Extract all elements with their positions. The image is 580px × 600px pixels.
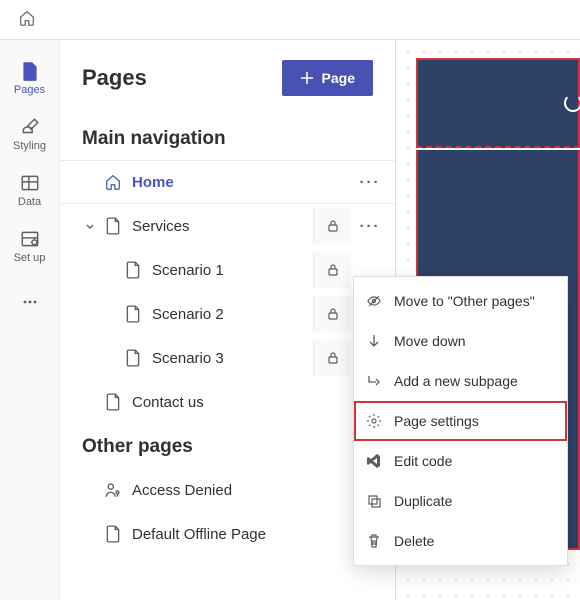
top-bar [0, 0, 580, 40]
tree-scenario1-label: Scenario 1 [152, 262, 313, 279]
tree-scenario-3[interactable]: Scenario 3 [60, 336, 395, 380]
tree-contact-label: Contact us [132, 394, 389, 411]
rail-more[interactable] [0, 274, 60, 330]
tree-access-denied-label: Access Denied [132, 482, 389, 499]
section-other-pages: Other pages [60, 424, 395, 468]
menu-page-settings-label: Page settings [394, 413, 479, 429]
pages-panel: Pages Page Main navigation Home ··· Serv… [60, 40, 396, 600]
canvas-header-block[interactable] [416, 58, 580, 148]
menu-duplicate-label: Duplicate [394, 493, 452, 509]
eye-off-icon [366, 293, 382, 309]
loading-spinner-icon [564, 94, 580, 112]
lock-icon[interactable] [313, 252, 351, 288]
rail-styling-label: Styling [13, 140, 46, 152]
tree-default-offline[interactable]: Default Offline Page [60, 512, 395, 556]
menu-add-subpage[interactable]: Add a new subpage [354, 361, 567, 401]
more-icon[interactable]: ··· [351, 164, 389, 200]
section-main-nav: Main navigation [60, 116, 395, 160]
lock-icon[interactable] [313, 208, 351, 244]
new-page-label: Page [322, 70, 355, 86]
new-page-button[interactable]: Page [282, 60, 373, 96]
rail-pages-label: Pages [14, 84, 45, 96]
left-rail: Pages Styling Data Set up [0, 40, 60, 600]
subpage-icon [366, 373, 382, 389]
gear-icon [366, 413, 382, 429]
tree-home[interactable]: Home ··· [60, 160, 395, 204]
tree-services-label: Services [132, 218, 313, 235]
tree-scenario-1[interactable]: Scenario 1 [60, 248, 395, 292]
tree-scenario2-label: Scenario 2 [152, 306, 313, 323]
lock-icon[interactable] [313, 340, 351, 376]
menu-delete[interactable]: Delete [354, 521, 567, 561]
rail-styling[interactable]: Styling [0, 106, 60, 162]
rail-setup[interactable]: Set up [0, 218, 60, 274]
more-icon[interactable]: ··· [351, 208, 389, 244]
tree-access-denied[interactable]: Access Denied [60, 468, 395, 512]
tree-contact[interactable]: Contact us [60, 380, 395, 424]
context-menu: Move to "Other pages" Move down Add a ne… [353, 276, 568, 566]
person-key-icon [104, 481, 122, 499]
page-icon [104, 217, 122, 235]
page-icon [104, 393, 122, 411]
page-icon [124, 349, 142, 367]
chevron-down-icon[interactable] [82, 220, 98, 232]
rail-data-label: Data [18, 196, 41, 208]
vscode-icon [366, 453, 382, 469]
menu-edit-code-label: Edit code [394, 453, 452, 469]
trash-icon [366, 533, 382, 549]
menu-duplicate[interactable]: Duplicate [354, 481, 567, 521]
tree-default-offline-label: Default Offline Page [132, 526, 389, 543]
menu-edit-code[interactable]: Edit code [354, 441, 567, 481]
tree-services[interactable]: Services ··· [60, 204, 395, 248]
rail-data[interactable]: Data [0, 162, 60, 218]
menu-move-down[interactable]: Move down [354, 321, 567, 361]
menu-add-subpage-label: Add a new subpage [394, 373, 518, 389]
plus-icon [300, 71, 314, 85]
menu-move-other[interactable]: Move to "Other pages" [354, 281, 567, 321]
page-icon [104, 525, 122, 543]
tree-scenario3-label: Scenario 3 [152, 350, 313, 367]
menu-delete-label: Delete [394, 533, 434, 549]
arrow-down-icon [366, 333, 382, 349]
rail-pages[interactable]: Pages [0, 50, 60, 106]
home-icon [104, 173, 122, 191]
rail-setup-label: Set up [14, 252, 46, 264]
menu-move-down-label: Move down [394, 333, 466, 349]
home-icon[interactable] [18, 9, 36, 30]
panel-title: Pages [82, 65, 147, 91]
tree-scenario-2[interactable]: Scenario 2 [60, 292, 395, 336]
page-icon [124, 305, 142, 323]
page-icon [124, 261, 142, 279]
menu-move-other-label: Move to "Other pages" [394, 293, 535, 309]
tree-home-label: Home [132, 174, 351, 191]
menu-page-settings[interactable]: Page settings [354, 401, 567, 441]
duplicate-icon [366, 493, 382, 509]
lock-icon[interactable] [313, 296, 351, 332]
